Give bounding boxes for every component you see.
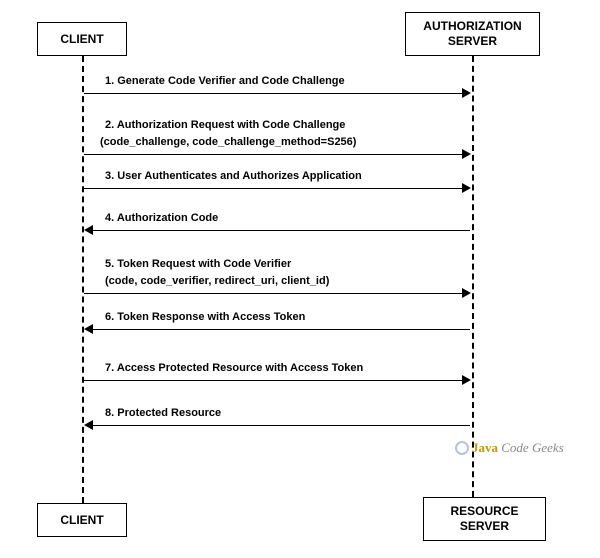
msg-4-arrow (92, 230, 470, 231)
msg-4-label: 4. Authorization Code (105, 212, 218, 224)
msg-5-sublabel: (code, code_verifier, redirect_uri, clie… (105, 275, 329, 287)
watermark-word-3: Geeks (532, 440, 564, 455)
msg-2-arrowhead (462, 149, 471, 159)
participant-client-top: CLIENT (37, 22, 127, 56)
msg-1-label: 1. Generate Code Verifier and Code Chall… (105, 75, 345, 87)
msg-6-arrowhead (84, 324, 93, 334)
msg-2-arrow (84, 154, 464, 155)
lifeline-client (82, 56, 84, 503)
participant-client-bottom: CLIENT (37, 503, 127, 537)
participant-authorization-server-top: AUTHORIZATION SERVER (405, 12, 540, 56)
participant-resource-server-bottom: RESOURCE SERVER (423, 497, 546, 541)
sequence-diagram: CLIENT AUTHORIZATION SERVER CLIENT RESOU… (0, 0, 600, 558)
msg-7-label: 7. Access Protected Resource with Access… (105, 362, 363, 374)
watermark-word-2: Code (501, 440, 528, 455)
msg-6-label: 6. Token Response with Access Token (105, 311, 305, 323)
msg-2-sublabel: (code_challenge, code_challenge_method=S… (100, 136, 356, 148)
msg-5-label: 5. Token Request with Code Verifier (105, 258, 291, 270)
msg-4-arrowhead (84, 225, 93, 235)
msg-3-label: 3. User Authenticates and Authorizes App… (105, 170, 362, 182)
msg-1-arrowhead (462, 88, 471, 98)
msg-1-arrow (84, 93, 464, 94)
msg-7-arrow (84, 380, 464, 381)
msg-3-arrowhead (462, 183, 471, 193)
msg-5-arrow (84, 293, 464, 294)
watermark-icon (455, 441, 469, 455)
msg-6-arrow (92, 329, 470, 330)
msg-7-arrowhead (462, 375, 471, 385)
msg-8-label: 8. Protected Resource (105, 407, 221, 419)
lifeline-right (472, 56, 474, 497)
watermark: Java Code Geeks (455, 438, 564, 456)
msg-8-arrow (92, 425, 470, 426)
msg-5-arrowhead (462, 288, 471, 298)
msg-2-label: 2. Authorization Request with Code Chall… (105, 119, 345, 131)
msg-8-arrowhead (84, 420, 93, 430)
watermark-word-1: Java (472, 440, 498, 455)
msg-3-arrow (84, 188, 464, 189)
